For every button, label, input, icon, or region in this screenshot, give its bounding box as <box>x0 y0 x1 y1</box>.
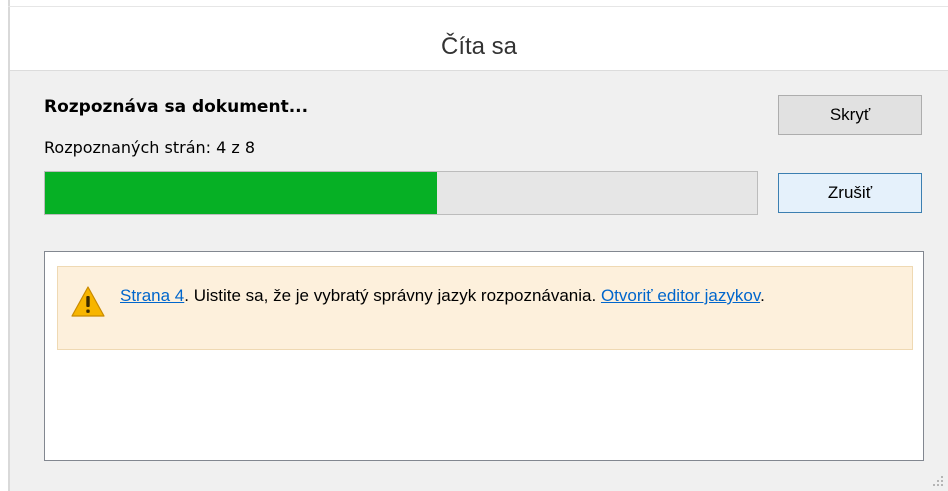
window-title: Číta sa <box>440 33 518 60</box>
warning-text: Strana 4. Uistite sa, že je vybratý sprá… <box>120 283 890 309</box>
page-4-link[interactable]: Strana 4 <box>120 286 184 305</box>
hide-button[interactable]: Skryť <box>778 95 922 135</box>
warning-icon <box>71 286 105 317</box>
progress-bar-fill <box>45 172 437 214</box>
warning-message-row: Strana 4. Uistite sa, že je vybratý sprá… <box>57 266 913 350</box>
open-language-editor-link[interactable]: Otvoriť editor jazykov <box>601 286 760 305</box>
title-bar[interactable]: Číta sa <box>10 7 948 70</box>
dialog-body: Rozpoznáva sa dokument... Rozpoznaných s… <box>10 70 948 491</box>
warning-end: . <box>760 286 765 305</box>
resize-grip-icon[interactable] <box>932 475 944 487</box>
cancel-button[interactable]: Zrušiť <box>778 173 922 213</box>
reading-dialog: Číta sa Rozpoznáva sa dokument... Rozpoz… <box>8 0 948 491</box>
status-heading: Rozpoznáva sa dokument... <box>44 97 309 117</box>
recognition-progress-bar <box>44 171 758 215</box>
pages-recognized-label: Rozpoznaných strán: 4 z 8 <box>44 138 256 157</box>
message-log[interactable]: Strana 4. Uistite sa, že je vybratý sprá… <box>44 251 924 461</box>
warning-message: . Uistite sa, že je vybratý správny jazy… <box>184 286 601 305</box>
